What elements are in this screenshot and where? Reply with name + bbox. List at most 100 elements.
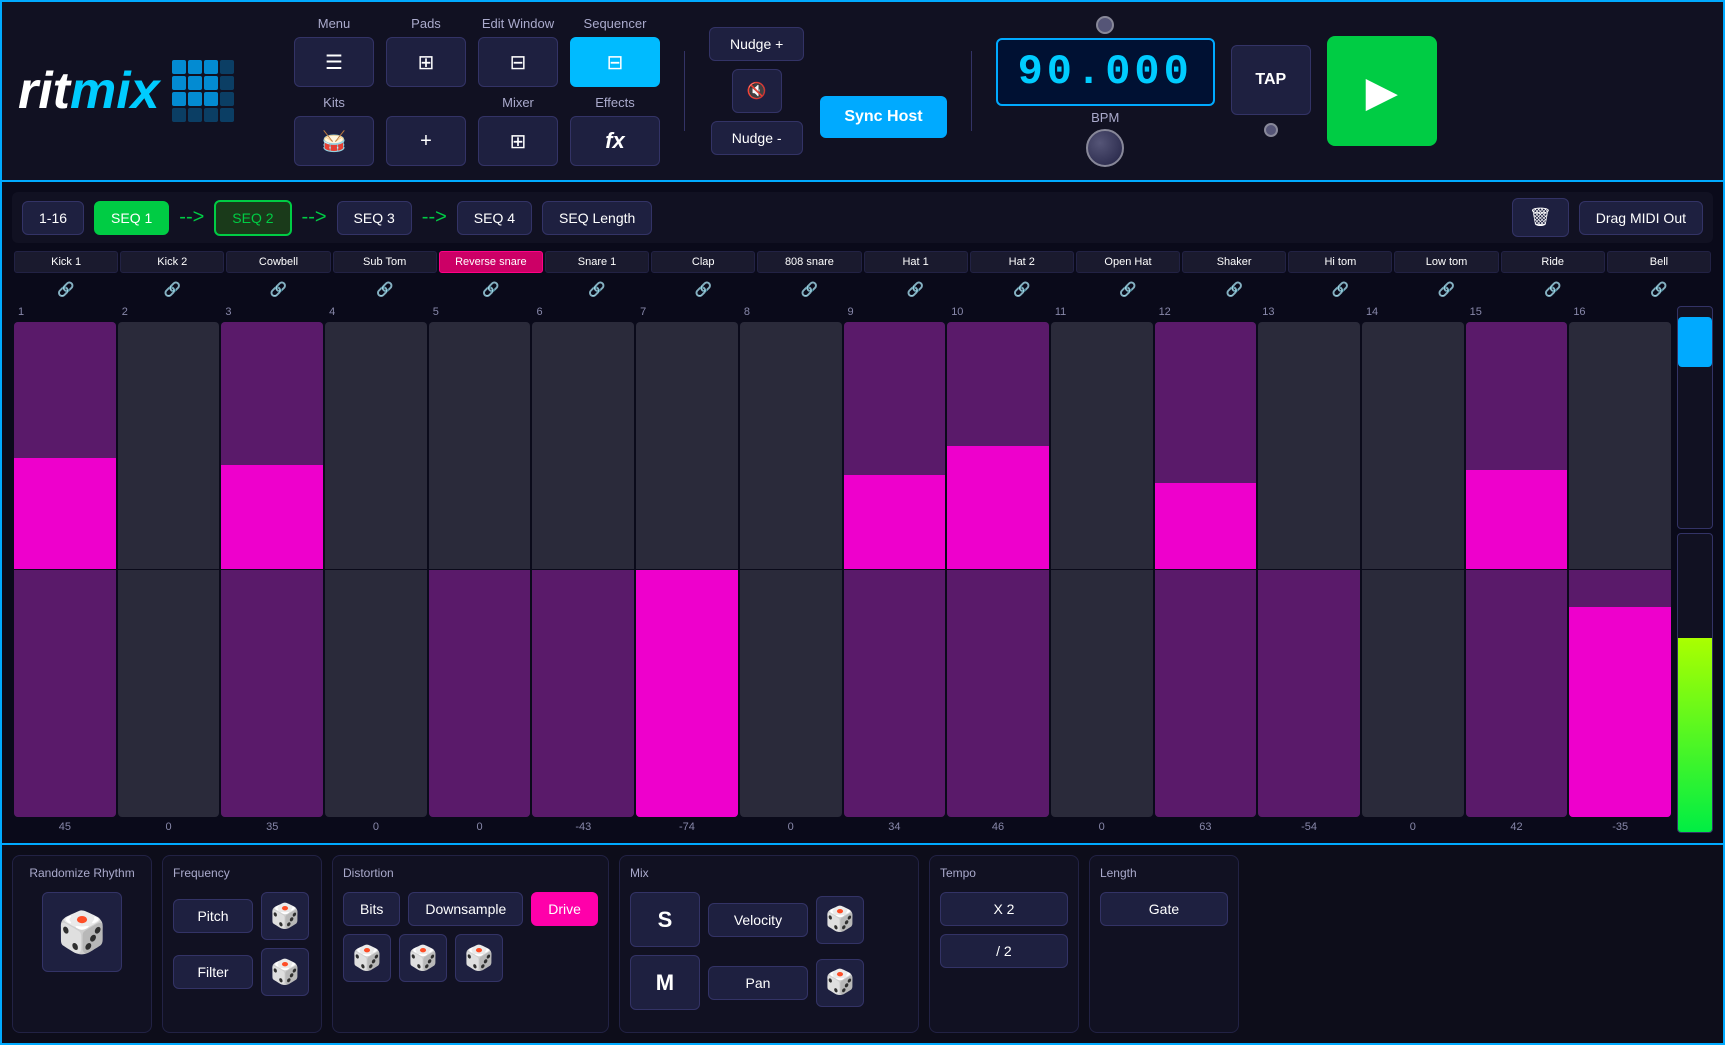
drum-label-4[interactable]: Reverse snare [439,251,543,273]
trash-button[interactable]: 🗑 [1512,198,1569,237]
step-column-12[interactable] [1155,322,1257,817]
seq2-button[interactable]: SEQ 2 [214,200,291,236]
randomize-dice[interactable]: 🎲 [42,892,122,972]
step-top-7[interactable] [636,322,738,569]
x2-button[interactable]: X 2 [940,892,1068,926]
step-column-3[interactable] [221,322,323,817]
step-top-5[interactable] [429,322,531,569]
velocity-button[interactable]: Velocity [708,903,808,937]
step-bottom-16[interactable] [1569,570,1671,817]
step-top-13[interactable] [1258,322,1360,569]
step-column-11[interactable] [1051,322,1153,817]
drum-label-5[interactable]: Snare 1 [545,251,649,273]
step-bottom-8[interactable] [740,570,842,817]
pitch-dice[interactable]: 🎲 [261,892,309,940]
step-bottom-14[interactable] [1362,570,1464,817]
drum-label-3[interactable]: Sub Tom [333,251,437,273]
scroll-track[interactable] [1677,306,1713,529]
step-bottom-7[interactable] [636,570,738,817]
drum-label-14[interactable]: Ride [1501,251,1605,273]
solo-button[interactable]: S [630,892,700,947]
step-bottom-2[interactable] [118,570,220,817]
drum-label-0[interactable]: Kick 1 [14,251,118,273]
gate-button[interactable]: Gate [1100,892,1228,926]
step-column-1[interactable] [14,322,116,817]
step-column-14[interactable] [1362,322,1464,817]
kits-button[interactable]: 🥁 [294,116,374,166]
downsample-dice[interactable]: 🎲 [399,934,447,982]
seq3-button[interactable]: SEQ 3 [337,201,412,235]
step-bottom-5[interactable] [429,570,531,817]
step-column-10[interactable] [947,322,1049,817]
step-top-14[interactable] [1362,322,1464,569]
step-column-4[interactable] [325,322,427,817]
pads-button[interactable]: ⊞ [386,37,466,87]
drum-label-7[interactable]: 808 snare [757,251,861,273]
arrow2-button[interactable]: --> [302,206,327,229]
pan-dice[interactable]: 🎲 [816,959,864,1007]
step-bottom-15[interactable] [1466,570,1568,817]
drum-label-11[interactable]: Shaker [1182,251,1286,273]
step-top-11[interactable] [1051,322,1153,569]
mute-solo-button[interactable]: M [630,955,700,1010]
edit-window-button[interactable]: ⊟ [478,37,558,87]
nudge-minus-button[interactable]: Nudge - [711,121,803,155]
drum-label-9[interactable]: Hat 2 [970,251,1074,273]
step-bottom-3[interactable] [221,570,323,817]
step-column-5[interactable] [429,322,531,817]
arrow3-button[interactable]: --> [422,206,447,229]
step-bottom-4[interactable] [325,570,427,817]
div2-button[interactable]: / 2 [940,934,1068,968]
play-button[interactable]: ▶ [1327,36,1437,146]
filter-dice[interactable]: 🎲 [261,948,309,996]
seq4-button[interactable]: SEQ 4 [457,201,532,235]
step-column-15[interactable] [1466,322,1568,817]
step-column-6[interactable] [532,322,634,817]
filter-button[interactable]: Filter [173,955,253,989]
mute-button[interactable]: 🔇 [732,69,782,113]
step-column-8[interactable] [740,322,842,817]
effects-button[interactable]: fx [570,116,660,166]
step-top-1[interactable] [14,322,116,569]
drive-dice[interactable]: 🎲 [455,934,503,982]
drum-label-6[interactable]: Clap [651,251,755,273]
bpm-knob[interactable] [1086,129,1124,167]
sync-host-button[interactable]: Sync Host [820,96,946,138]
step-column-2[interactable] [118,322,220,817]
add-button[interactable]: + [386,116,466,166]
bpm-display[interactable]: 90.000 [996,38,1215,106]
step-top-10[interactable] [947,322,1049,569]
drum-label-2[interactable]: Cowbell [226,251,330,273]
step-top-4[interactable] [325,322,427,569]
step-column-9[interactable] [844,322,946,817]
arrow1-button[interactable]: --> [179,206,204,229]
menu-button[interactable]: ☰ [294,37,374,87]
seq1-button[interactable]: SEQ 1 [94,201,169,235]
tap-button[interactable]: TAP [1231,45,1311,115]
pitch-button[interactable]: Pitch [173,899,253,933]
step-bottom-13[interactable] [1258,570,1360,817]
step-bottom-12[interactable] [1155,570,1257,817]
drum-label-13[interactable]: Low tom [1394,251,1498,273]
drive-button[interactable]: Drive [531,892,598,926]
sequencer-button[interactable]: ⊟ [570,37,660,87]
step-column-7[interactable] [636,322,738,817]
mixer-button[interactable]: ⊞ [478,116,558,166]
drum-label-8[interactable]: Hat 1 [864,251,968,273]
step-column-16[interactable] [1569,322,1671,817]
step-column-13[interactable] [1258,322,1360,817]
drum-label-15[interactable]: Bell [1607,251,1711,273]
range-button[interactable]: 1-16 [22,201,84,235]
seq-length-button[interactable]: SEQ Length [542,201,652,235]
step-top-9[interactable] [844,322,946,569]
step-bottom-1[interactable] [14,570,116,817]
step-top-6[interactable] [532,322,634,569]
bits-button[interactable]: Bits [343,892,400,926]
step-top-2[interactable] [118,322,220,569]
drag-midi-button[interactable]: Drag MIDI Out [1579,201,1703,235]
drum-label-1[interactable]: Kick 2 [120,251,224,273]
drum-label-10[interactable]: Open Hat [1076,251,1180,273]
step-top-8[interactable] [740,322,842,569]
step-bottom-6[interactable] [532,570,634,817]
step-top-16[interactable] [1569,322,1671,569]
